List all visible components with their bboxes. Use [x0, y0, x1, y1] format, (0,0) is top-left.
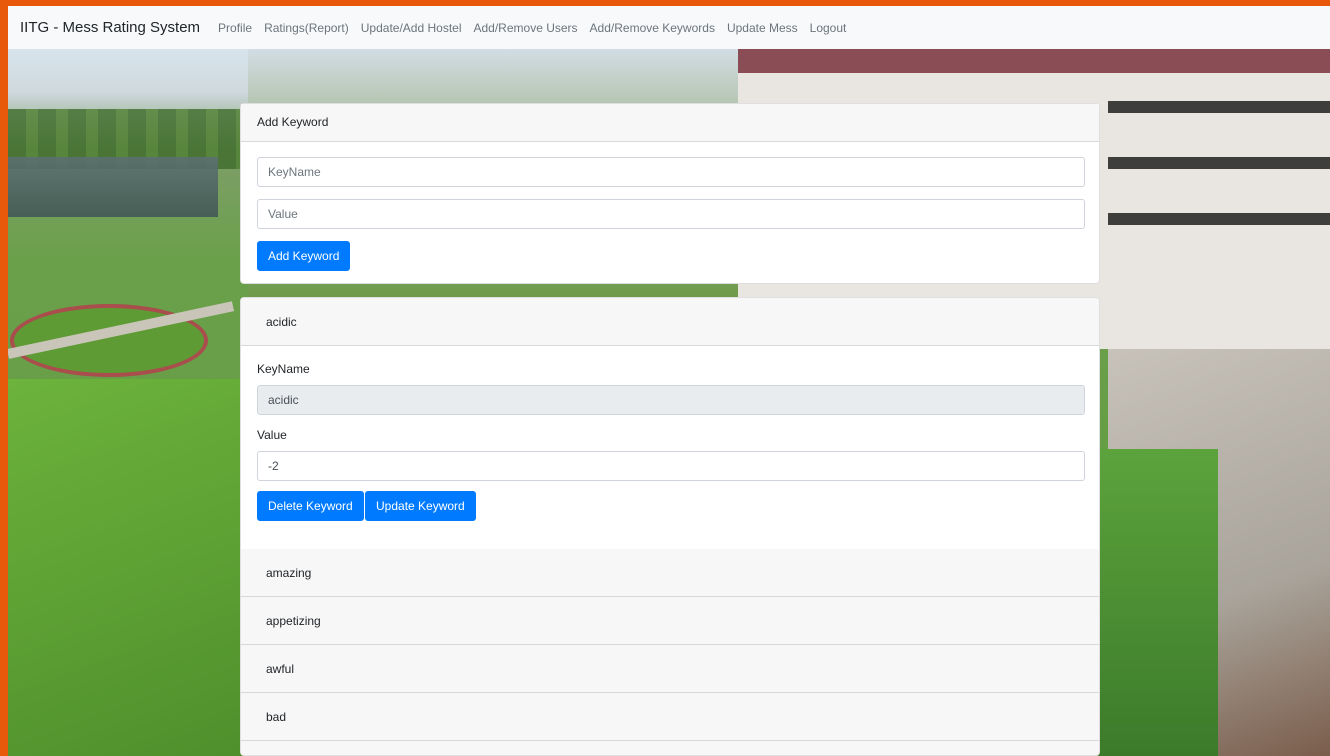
keyword-item-awful[interactable]: awful: [241, 645, 1099, 693]
keywords-accordion: acidic KeyName Value Delete Keyword Upda…: [240, 297, 1100, 756]
keyword-item-appetizing[interactable]: appetizing: [241, 597, 1099, 645]
keyword-item-title: bad: [266, 710, 287, 724]
nav-link-add-remove-keywords[interactable]: Add/Remove Keywords: [590, 21, 715, 35]
nav-link-logout[interactable]: Logout: [810, 21, 847, 35]
navbar: IITG - Mess Rating System Profile Rating…: [8, 6, 1330, 49]
add-keyword-button[interactable]: Add Keyword: [257, 241, 351, 271]
delete-keyword-button[interactable]: Delete Keyword: [257, 491, 364, 521]
keyword-item-next[interactable]: [241, 741, 1099, 755]
keyname-input[interactable]: [257, 157, 1085, 187]
app-frame: IITG - Mess Rating System Profile Rating…: [8, 6, 1330, 756]
keyword-item-title: awful: [266, 662, 295, 676]
add-keyword-header: Add Keyword: [241, 104, 1099, 142]
nav-link-profile[interactable]: Profile: [218, 21, 252, 35]
keyword-item-title: acidic: [266, 315, 297, 329]
keyword-item-bad[interactable]: bad: [241, 693, 1099, 741]
nav-link-update-add-hostel[interactable]: Update/Add Hostel: [361, 21, 462, 35]
keyword-item-title: appetizing: [266, 614, 321, 628]
keyname-field: [257, 385, 1085, 415]
nav-link-ratings-report[interactable]: Ratings(Report): [264, 21, 349, 35]
nav-link-update-mess[interactable]: Update Mess: [727, 21, 798, 35]
value-label: Value: [257, 428, 287, 442]
add-keyword-card: Add Keyword Add Keyword: [240, 103, 1100, 284]
keyname-label: KeyName: [257, 362, 310, 376]
value-field[interactable]: [257, 451, 1085, 481]
nav-link-add-remove-users[interactable]: Add/Remove Users: [474, 21, 578, 35]
keyword-item-header[interactable]: acidic: [241, 298, 1099, 346]
keyword-item-body: KeyName Value Delete Keyword Update Keyw…: [241, 346, 1099, 550]
navbar-brand[interactable]: IITG - Mess Rating System: [20, 19, 200, 36]
keyword-item-title: amazing: [266, 566, 312, 580]
value-input[interactable]: [257, 199, 1085, 229]
keyword-item-amazing[interactable]: amazing: [241, 549, 1099, 597]
update-keyword-button[interactable]: Update Keyword: [365, 491, 476, 521]
